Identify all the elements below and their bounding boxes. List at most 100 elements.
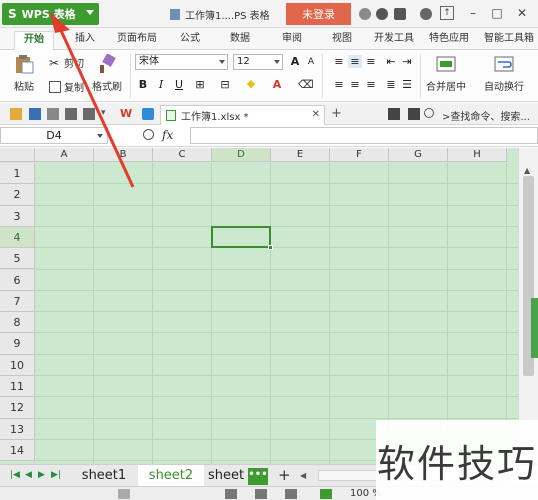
row-header-1[interactable]: 1 — [0, 163, 35, 185]
sheet-tab-sheet2[interactable]: sheet2 — [138, 465, 204, 487]
tab-data[interactable]: 数据 — [230, 31, 250, 49]
document-tab[interactable]: 工作簿1.xlsx * ✕ — [160, 105, 325, 125]
scroll-left-icon[interactable]: ◀ — [300, 471, 306, 480]
justify-button[interactable]: ≣ — [384, 78, 398, 91]
align-bottom-button[interactable]: ≡ — [364, 55, 378, 68]
row-header-13[interactable]: 13 — [0, 418, 35, 440]
format-painter-button[interactable]: 格式刷 — [92, 54, 122, 93]
merge-center-button[interactable]: 合并居中 — [426, 54, 466, 93]
eye-protection-icon[interactable] — [320, 489, 332, 499]
distribute-button[interactable]: ☰ — [400, 78, 414, 91]
undo-dropdown-icon[interactable]: ▾ — [101, 108, 113, 120]
page-layout-view-icon[interactable] — [255, 489, 267, 499]
column-header-h[interactable]: H — [448, 148, 507, 162]
skin-icon[interactable] — [376, 8, 388, 20]
window-icon[interactable] — [408, 108, 420, 120]
print-icon[interactable] — [65, 108, 77, 120]
column-header-f[interactable]: F — [330, 148, 389, 162]
command-search-input[interactable]: >查找命令、搜索... — [442, 108, 530, 123]
select-all-corner[interactable] — [0, 148, 35, 162]
zoom-lookup-icon[interactable] — [143, 129, 154, 140]
wps-w-icon[interactable]: W — [120, 108, 132, 120]
side-panel-tab[interactable] — [531, 298, 538, 358]
italic-button[interactable]: I — [154, 78, 168, 91]
tab-home[interactable]: 开始 — [14, 31, 54, 51]
more-sheets-button[interactable]: ••• — [248, 468, 268, 485]
row-header-8[interactable]: 8 — [0, 312, 35, 334]
column-header-b[interactable]: B — [94, 148, 153, 162]
row-header-9[interactable]: 9 — [0, 333, 35, 355]
row-header-11[interactable]: 11 — [0, 376, 35, 398]
open-folder-icon[interactable] — [10, 108, 22, 120]
wps-app-menu-button[interactable]: S WPS 表格 — [2, 3, 99, 25]
close-icon[interactable]: ✕ — [515, 6, 529, 20]
column-header-a[interactable]: A — [35, 148, 94, 162]
dropdown-d-icon[interactable] — [394, 8, 406, 20]
fill-color-button[interactable]: ◆ — [244, 77, 258, 90]
paste-button[interactable]: 粘贴 — [13, 54, 35, 93]
row-header-10[interactable]: 10 — [0, 354, 35, 376]
align-middle-button[interactable]: ≡ — [348, 55, 362, 68]
tab-special[interactable]: 特色应用 — [429, 31, 469, 49]
align-right-button[interactable]: ≡ — [364, 78, 378, 91]
row-header-6[interactable]: 6 — [0, 269, 35, 291]
scroll-up-icon[interactable]: ▲ — [524, 166, 530, 175]
search-icon[interactable] — [424, 108, 434, 118]
tab-smart-tools[interactable]: 智能工具箱 — [484, 31, 534, 49]
sheet-tab-sheet3[interactable]: sheet — [206, 465, 246, 487]
column-header-d[interactable]: D — [212, 148, 271, 162]
normal-view-icon[interactable] — [225, 489, 237, 499]
next-sheet-icon[interactable]: ▶ — [38, 470, 45, 480]
copy-button[interactable]: 复制 — [49, 79, 84, 94]
login-button[interactable]: 未登录 — [286, 3, 351, 25]
tab-view[interactable]: 视图 — [332, 31, 352, 49]
clear-format-button[interactable]: ⌫ — [298, 78, 314, 91]
tab-developer[interactable]: 开发工具 — [374, 31, 414, 49]
indent-increase-button[interactable]: ⇥ — [400, 55, 414, 68]
pin-icon[interactable]: ↑ — [440, 6, 454, 20]
align-left-button[interactable]: ≡ — [332, 78, 346, 91]
underline-button[interactable]: U — [172, 78, 186, 91]
sheet-tab-sheet1[interactable]: sheet1 — [72, 465, 136, 487]
first-sheet-icon[interactable]: |◀ — [10, 470, 20, 480]
bold-button[interactable]: B — [136, 78, 150, 91]
indent-decrease-button[interactable]: ⇤ — [384, 55, 398, 68]
font-color-button[interactable]: A — [270, 78, 284, 91]
tab-page-layout[interactable]: 页面布局 — [117, 31, 157, 49]
align-top-button[interactable]: ≡ — [332, 55, 346, 68]
row-header-14[interactable]: 14 — [0, 439, 35, 462]
help-icon[interactable] — [420, 8, 432, 20]
row-header-7[interactable]: 7 — [0, 290, 35, 313]
borders-button[interactable]: ⊞ — [193, 78, 207, 91]
fill-handle[interactable] — [268, 245, 273, 251]
cube-icon[interactable] — [142, 108, 154, 120]
tab-formulas[interactable]: 公式 — [180, 31, 200, 49]
print-preview-icon[interactable] — [83, 108, 95, 120]
row-header-3[interactable]: 3 — [0, 205, 35, 227]
board-icon[interactable] — [388, 108, 400, 120]
cut-button[interactable]: ✂ 剪切 — [49, 55, 84, 71]
column-header-g[interactable]: G — [389, 148, 448, 162]
formula-input[interactable] — [190, 127, 538, 144]
font-shrink-button[interactable]: A — [304, 57, 318, 67]
close-icon[interactable]: ✕ — [312, 109, 320, 120]
wrap-text-button[interactable]: 自动换行 — [484, 54, 524, 93]
spreadsheet-grid[interactable]: ABCDEFGH 1 2 3 4 5 6 7 8 9 10 11 12 13 14 — [0, 148, 518, 464]
last-sheet-icon[interactable]: ▶| — [51, 470, 61, 480]
active-cell-d4[interactable] — [211, 225, 273, 251]
font-grow-button[interactable]: A — [288, 55, 302, 68]
save-icon[interactable] — [29, 108, 41, 120]
column-header-e[interactable]: E — [271, 148, 330, 162]
name-box[interactable]: D4 — [0, 127, 108, 144]
row-header-12[interactable]: 12 — [0, 397, 35, 419]
new-tab-button[interactable]: + — [331, 106, 342, 121]
prev-sheet-icon[interactable]: ◀ — [25, 470, 32, 480]
column-header-c[interactable]: C — [153, 148, 212, 162]
fx-icon[interactable]: fx — [162, 128, 173, 142]
merge-cells-button[interactable]: ⊟ — [218, 78, 232, 91]
row-header-5[interactable]: 5 — [0, 248, 35, 270]
row-header-2[interactable]: 2 — [0, 184, 35, 206]
row-header-4[interactable]: 4 — [0, 226, 35, 249]
align-center-button[interactable]: ≡ — [348, 78, 362, 91]
add-sheet-button[interactable]: + — [278, 466, 291, 484]
